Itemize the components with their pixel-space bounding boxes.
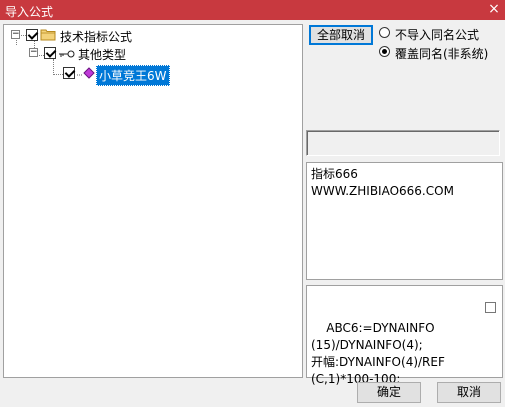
status-field: [306, 130, 500, 156]
radio-overwrite-indicator[interactable]: [379, 46, 390, 57]
ok-button[interactable]: 确定: [357, 382, 421, 403]
tree-label-formula[interactable]: 小草竞王6W: [96, 65, 170, 86]
tree-connector: [16, 40, 17, 45]
title-bar: 导入公式 ×: [0, 0, 505, 20]
radio-no-import-indicator[interactable]: [379, 27, 390, 38]
folder-icon: [40, 28, 56, 41]
key-icon: [59, 48, 75, 58]
source-checkbox[interactable]: [485, 302, 496, 313]
cancel-button[interactable]: 取消: [437, 382, 501, 403]
cancel-all-button[interactable]: 全部取消: [309, 25, 373, 45]
formula-source-box[interactable]: ABC6:=DYNAINFO (15)/DYNAINFO(4); 开幅:DYNA…: [306, 285, 503, 386]
formula-source-text: ABC6:=DYNAINFO (15)/DYNAINFO(4); 开幅:DYNA…: [311, 321, 445, 386]
tree-label-root[interactable]: 技术指标公式: [60, 28, 132, 45]
close-icon[interactable]: ×: [483, 0, 505, 20]
checkbox-root[interactable]: [26, 29, 38, 41]
formula-tree[interactable]: − 技术指标公式 − 其他类型 小草竞王6W: [3, 24, 303, 378]
radio-overwrite-label: 覆盖同名(非系统): [395, 47, 489, 61]
radio-no-import-label: 不导入同名公式: [395, 28, 480, 42]
tree-expander-root[interactable]: −: [11, 30, 20, 39]
diamond-icon: [77, 67, 97, 79]
checkbox-formula[interactable]: [63, 67, 75, 79]
tree-expander-category[interactable]: −: [29, 48, 38, 57]
tree-connector: [53, 74, 63, 75]
tree-label-category[interactable]: 其他类型: [78, 46, 126, 63]
description-box[interactable]: 指标666 WWW.ZHIBIAO666.COM: [306, 162, 503, 280]
window-title: 导入公式: [5, 5, 54, 19]
import-formula-dialog: 导入公式 × − 技术指标公式 − 其他类型 小草竞王6W 全部取消 不导入同名…: [0, 0, 505, 407]
checkbox-category[interactable]: [44, 47, 56, 59]
tree-connector: [53, 59, 54, 75]
